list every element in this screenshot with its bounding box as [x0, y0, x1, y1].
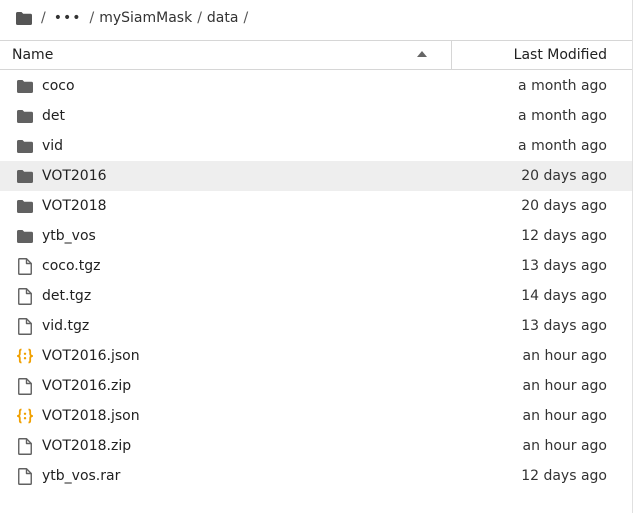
- file-modified-date: an hour ago: [522, 438, 607, 454]
- last-modified-column-label: Last Modified: [513, 47, 607, 63]
- file-modified-date: 20 days ago: [521, 198, 607, 214]
- name-column-header[interactable]: Name: [0, 41, 452, 69]
- file-icon: [17, 317, 33, 335]
- breadcrumb-more[interactable]: •••: [51, 10, 85, 26]
- file-name: VOT2018.zip: [42, 438, 132, 454]
- file-name: ytb_vos: [42, 228, 96, 244]
- file-row[interactable]: det a month ago: [0, 101, 632, 131]
- json-icon: [17, 408, 33, 424]
- file-name: det.tgz: [42, 288, 92, 304]
- file-name: vid.tgz: [42, 318, 90, 334]
- file-row[interactable]: VOT2016 20 days ago: [0, 161, 632, 191]
- last-modified-column-header[interactable]: Last Modified: [452, 41, 632, 69]
- folder-icon: [17, 168, 33, 184]
- file-name: VOT2016: [42, 168, 107, 184]
- file-modified-date: a month ago: [518, 78, 607, 94]
- folder-icon: [17, 78, 33, 94]
- breadcrumb: / ••• / mySiamMask / data /: [0, 0, 633, 36]
- breadcrumb-separator: /: [197, 10, 202, 26]
- file-row[interactable]: VOT2016.json an hour ago: [0, 341, 632, 371]
- breadcrumb-separator: /: [243, 10, 249, 26]
- file-modified-date: 12 days ago: [521, 468, 607, 484]
- file-row[interactable]: VOT2018.json an hour ago: [0, 401, 632, 431]
- breadcrumb-separator: /: [41, 10, 46, 26]
- file-modified-date: a month ago: [518, 108, 607, 124]
- file-row[interactable]: VOT2018 20 days ago: [0, 191, 632, 221]
- file-modified-date: 14 days ago: [521, 288, 607, 304]
- file-icon: [17, 377, 33, 395]
- json-icon: [17, 348, 33, 364]
- name-column-label: Name: [12, 47, 54, 63]
- file-row[interactable]: coco.tgz 13 days ago: [0, 251, 632, 281]
- file-icon: [17, 467, 33, 485]
- folder-icon: [17, 198, 33, 214]
- file-row[interactable]: VOT2016.zip an hour ago: [0, 371, 632, 401]
- file-row[interactable]: vid a month ago: [0, 131, 632, 161]
- file-name: VOT2018.json: [42, 408, 140, 424]
- breadcrumb-separator: /: [89, 10, 95, 26]
- file-row[interactable]: VOT2018.zip an hour ago: [0, 431, 632, 461]
- file-name: VOT2018: [42, 198, 107, 214]
- file-row[interactable]: vid.tgz 13 days ago: [0, 311, 632, 341]
- folder-icon: [17, 108, 33, 124]
- file-modified-date: a month ago: [518, 138, 607, 154]
- folder-icon: [17, 228, 33, 244]
- file-modified-date: 13 days ago: [521, 318, 607, 334]
- file-icon: [17, 257, 33, 275]
- file-name: coco.tgz: [42, 258, 101, 274]
- sort-ascending-icon: [417, 51, 427, 57]
- file-row[interactable]: det.tgz 14 days ago: [0, 281, 632, 311]
- file-modified-date: an hour ago: [522, 378, 607, 394]
- file-name: VOT2016.json: [42, 348, 140, 364]
- file-name: ytb_vos.rar: [42, 468, 121, 484]
- breadcrumb-item-mysiammask[interactable]: mySiamMask: [99, 10, 192, 26]
- file-icon: [17, 287, 33, 305]
- file-name: VOT2016.zip: [42, 378, 132, 394]
- file-icon: [17, 437, 33, 455]
- file-row[interactable]: ytb_vos.rar 12 days ago: [0, 461, 632, 491]
- file-list: coco a month ago det a month ago vid a month …: [0, 71, 632, 491]
- file-list-header: Name Last Modified: [0, 40, 632, 70]
- file-modified-date: 13 days ago: [521, 258, 607, 274]
- file-modified-date: an hour ago: [522, 408, 607, 424]
- file-modified-date: an hour ago: [522, 348, 607, 364]
- file-name: coco: [42, 78, 75, 94]
- file-row[interactable]: ytb_vos 12 days ago: [0, 221, 632, 251]
- home-folder-icon[interactable]: [16, 10, 36, 26]
- file-name: vid: [42, 138, 64, 154]
- file-row[interactable]: coco a month ago: [0, 71, 632, 101]
- breadcrumb-item-data[interactable]: data: [207, 10, 239, 26]
- file-modified-date: 20 days ago: [521, 168, 607, 184]
- file-name: det: [42, 108, 65, 124]
- file-modified-date: 12 days ago: [521, 228, 607, 244]
- folder-icon: [17, 138, 33, 154]
